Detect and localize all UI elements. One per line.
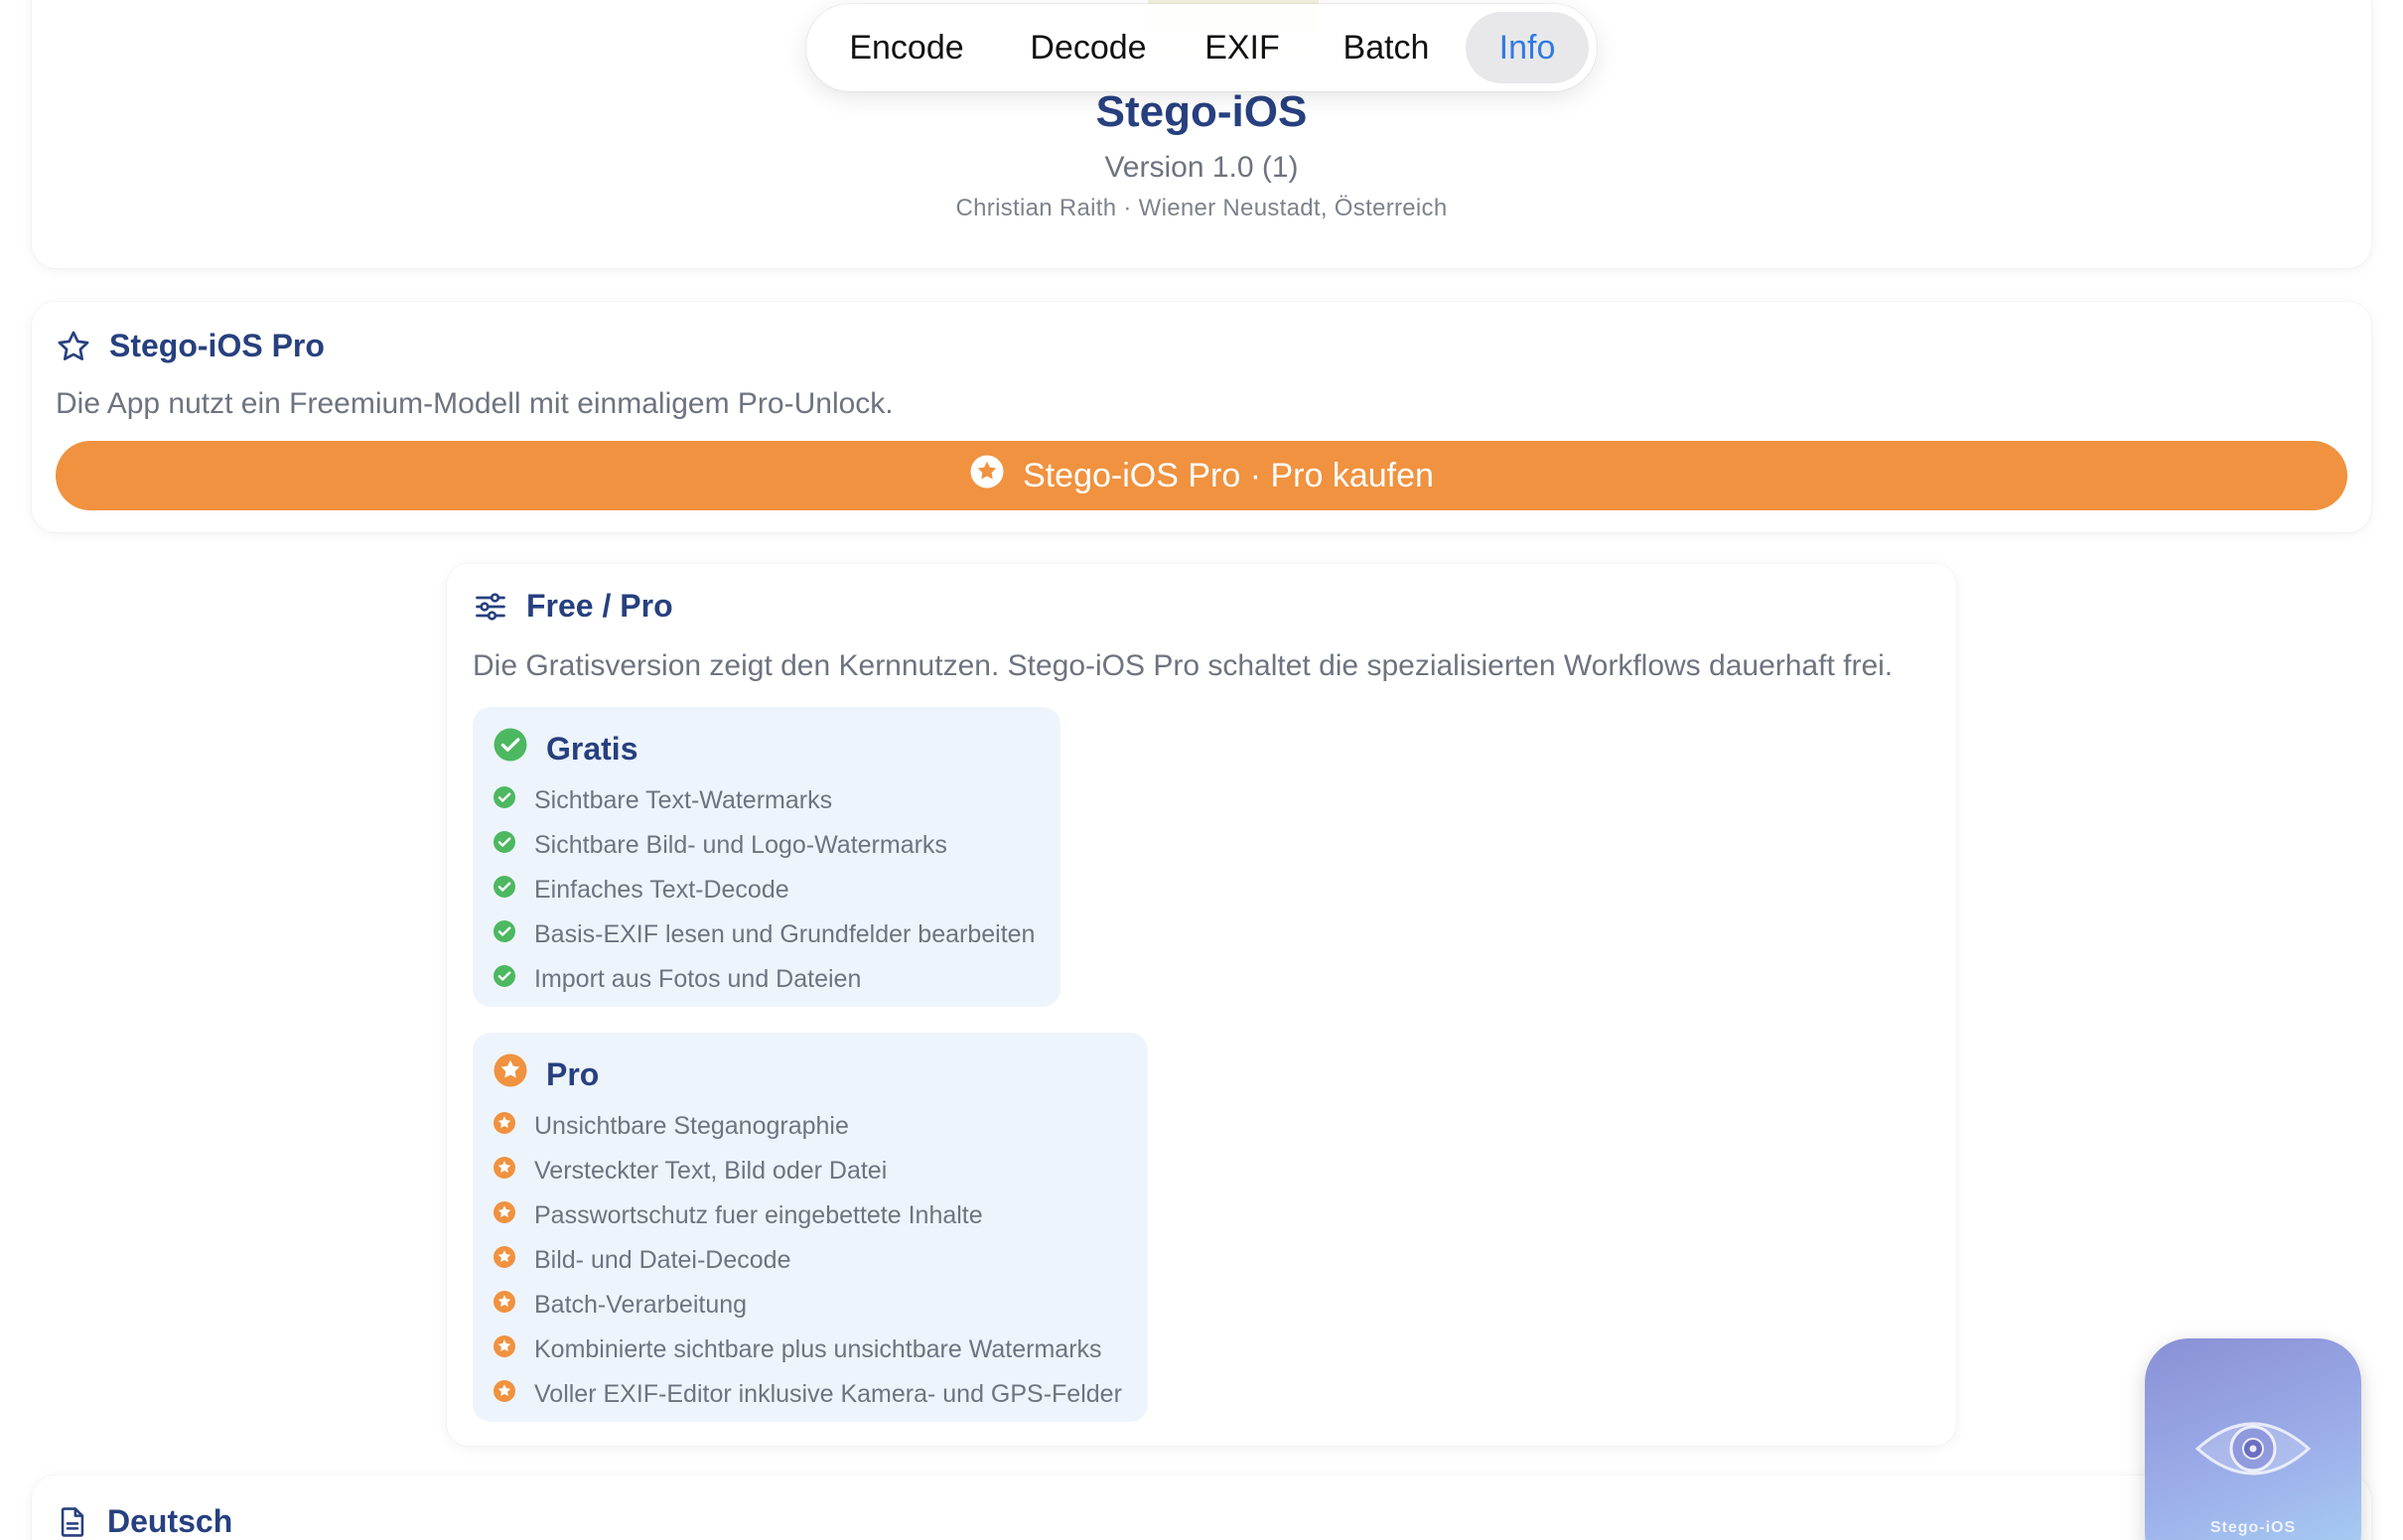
- check-circle-icon: [493, 964, 516, 995]
- free-feature-item: Sichtbare Bild- und Logo-Watermarks: [493, 823, 1035, 868]
- pro-feature-item: Versteckter Text, Bild oder Datei: [493, 1149, 1122, 1193]
- pro-feature-item: Unsichtbare Steganographie: [493, 1104, 1122, 1149]
- star-circle-icon: [493, 1200, 516, 1231]
- pro-section-header: Stego-iOS Pro: [56, 328, 325, 364]
- star-outline-icon: [56, 329, 91, 364]
- star-circle-icon: [493, 1052, 528, 1096]
- free-feature-item: Import aus Fotos und Dateien: [493, 957, 1035, 1002]
- tab-decode[interactable]: Decode: [999, 12, 1178, 83]
- tab-encode[interactable]: Encode: [814, 12, 999, 83]
- tab-bar: Encode Decode EXIF Batch Info: [806, 4, 1597, 91]
- check-circle-icon: [493, 830, 516, 861]
- free-tier-header: Gratis: [493, 727, 637, 770]
- free-feature-label: Sichtbare Text-Watermarks: [534, 786, 833, 814]
- pro-feature-item: Bild- und Datei-Decode: [493, 1238, 1122, 1283]
- pro-tier-box: Pro Unsichtbare Steganographie Versteckt…: [473, 1033, 1148, 1422]
- pro-feature-item: Batch-Verarbeitung: [493, 1283, 1122, 1328]
- free-pro-card: Free / Pro Die Gratisversion zeigt den K…: [447, 564, 1956, 1446]
- star-circle-icon: [493, 1245, 516, 1276]
- free-feature-label: Einfaches Text-Decode: [534, 876, 789, 904]
- pro-feature-label: Kombinierte sichtbare plus unsichtbare W…: [534, 1335, 1102, 1363]
- tab-info[interactable]: Info: [1466, 12, 1589, 83]
- floating-app-label: Stego-iOS: [2209, 1519, 2297, 1536]
- free-tier-box: Gratis Sichtbare Text-Watermarks Sichtba…: [473, 707, 1060, 1007]
- app-version: Version 1.0 (1): [1104, 151, 1299, 184]
- free-pro-description: Die Gratisversion zeigt den Kernnutzen. …: [473, 649, 1894, 682]
- pro-tier-title: Pro: [546, 1055, 600, 1092]
- pro-feature-item: Voller EXIF-Editor inklusive Kamera- und…: [493, 1372, 1122, 1417]
- buy-pro-label: Stego-iOS Pro · Pro kaufen: [1023, 456, 1434, 494]
- free-feature-list: Sichtbare Text-Watermarks Sichtbare Bild…: [493, 778, 1035, 1002]
- info-screen: Stego-iOS Version 1.0 (1) Christian Rait…: [0, 0, 2403, 1540]
- sliders-icon: [473, 589, 508, 625]
- free-feature-label: Import aus Fotos und Dateien: [534, 965, 862, 993]
- free-feature-item: Basis-EXIF lesen und Grundfelder bearbei…: [493, 912, 1035, 957]
- free-tier-title: Gratis: [546, 730, 638, 767]
- tab-batch[interactable]: Batch: [1307, 12, 1466, 83]
- star-circle-icon: [969, 454, 1005, 498]
- app-author: Christian Raith · Wiener Neustadt, Öster…: [955, 195, 1448, 221]
- check-circle-icon: [493, 875, 516, 906]
- pro-feature-label: Bild- und Datei-Decode: [534, 1246, 791, 1274]
- pro-card: Stego-iOS Pro Die App nutzt ein Freemium…: [32, 302, 2371, 532]
- star-circle-icon: [493, 1290, 516, 1321]
- free-feature-item: Sichtbare Text-Watermarks: [493, 778, 1035, 823]
- app-title: Stego-iOS: [1095, 87, 1308, 136]
- star-circle-icon: [493, 1156, 516, 1187]
- pro-feature-label: Passwortschutz fuer eingebettete Inhalte: [534, 1201, 983, 1229]
- check-circle-icon: [493, 727, 528, 770]
- language-header: Deutsch: [56, 1503, 232, 1540]
- pro-feature-label: Batch-Verarbeitung: [534, 1291, 748, 1319]
- check-circle-icon: [493, 919, 516, 950]
- free-pro-header: Free / Pro: [473, 588, 673, 625]
- check-circle-icon: [493, 785, 516, 816]
- tab-exif[interactable]: EXIF: [1178, 12, 1307, 83]
- pro-section-description: Die App nutzt ein Freemium-Modell mit ei…: [56, 387, 894, 420]
- pro-tier-header: Pro: [493, 1052, 599, 1096]
- pro-feature-list: Unsichtbare Steganographie Versteckter T…: [493, 1104, 1122, 1417]
- language-card: Deutsch: [32, 1475, 2371, 1540]
- pro-feature-item: Passwortschutz fuer eingebettete Inhalte: [493, 1193, 1122, 1238]
- floating-app-icon[interactable]: Stego-iOS: [2145, 1338, 2361, 1540]
- free-feature-label: Sichtbare Bild- und Logo-Watermarks: [534, 831, 947, 859]
- buy-pro-button[interactable]: Stego-iOS Pro · Pro kaufen: [56, 441, 2347, 510]
- pro-feature-label: Versteckter Text, Bild oder Datei: [534, 1157, 888, 1185]
- free-feature-item: Einfaches Text-Decode: [493, 868, 1035, 912]
- pro-section-title: Stego-iOS Pro: [109, 328, 325, 363]
- star-circle-icon: [493, 1379, 516, 1410]
- star-circle-icon: [493, 1111, 516, 1142]
- document-icon: [56, 1504, 89, 1540]
- pro-feature-label: Unsichtbare Steganographie: [534, 1112, 849, 1140]
- pro-feature-item: Kombinierte sichtbare plus unsichtbare W…: [493, 1328, 1122, 1372]
- free-pro-title: Free / Pro: [526, 588, 673, 624]
- free-feature-label: Basis-EXIF lesen und Grundfelder bearbei…: [534, 920, 1036, 948]
- pro-feature-label: Voller EXIF-Editor inklusive Kamera- und…: [534, 1380, 1122, 1408]
- language-title: Deutsch: [107, 1503, 233, 1539]
- star-circle-icon: [493, 1334, 516, 1365]
